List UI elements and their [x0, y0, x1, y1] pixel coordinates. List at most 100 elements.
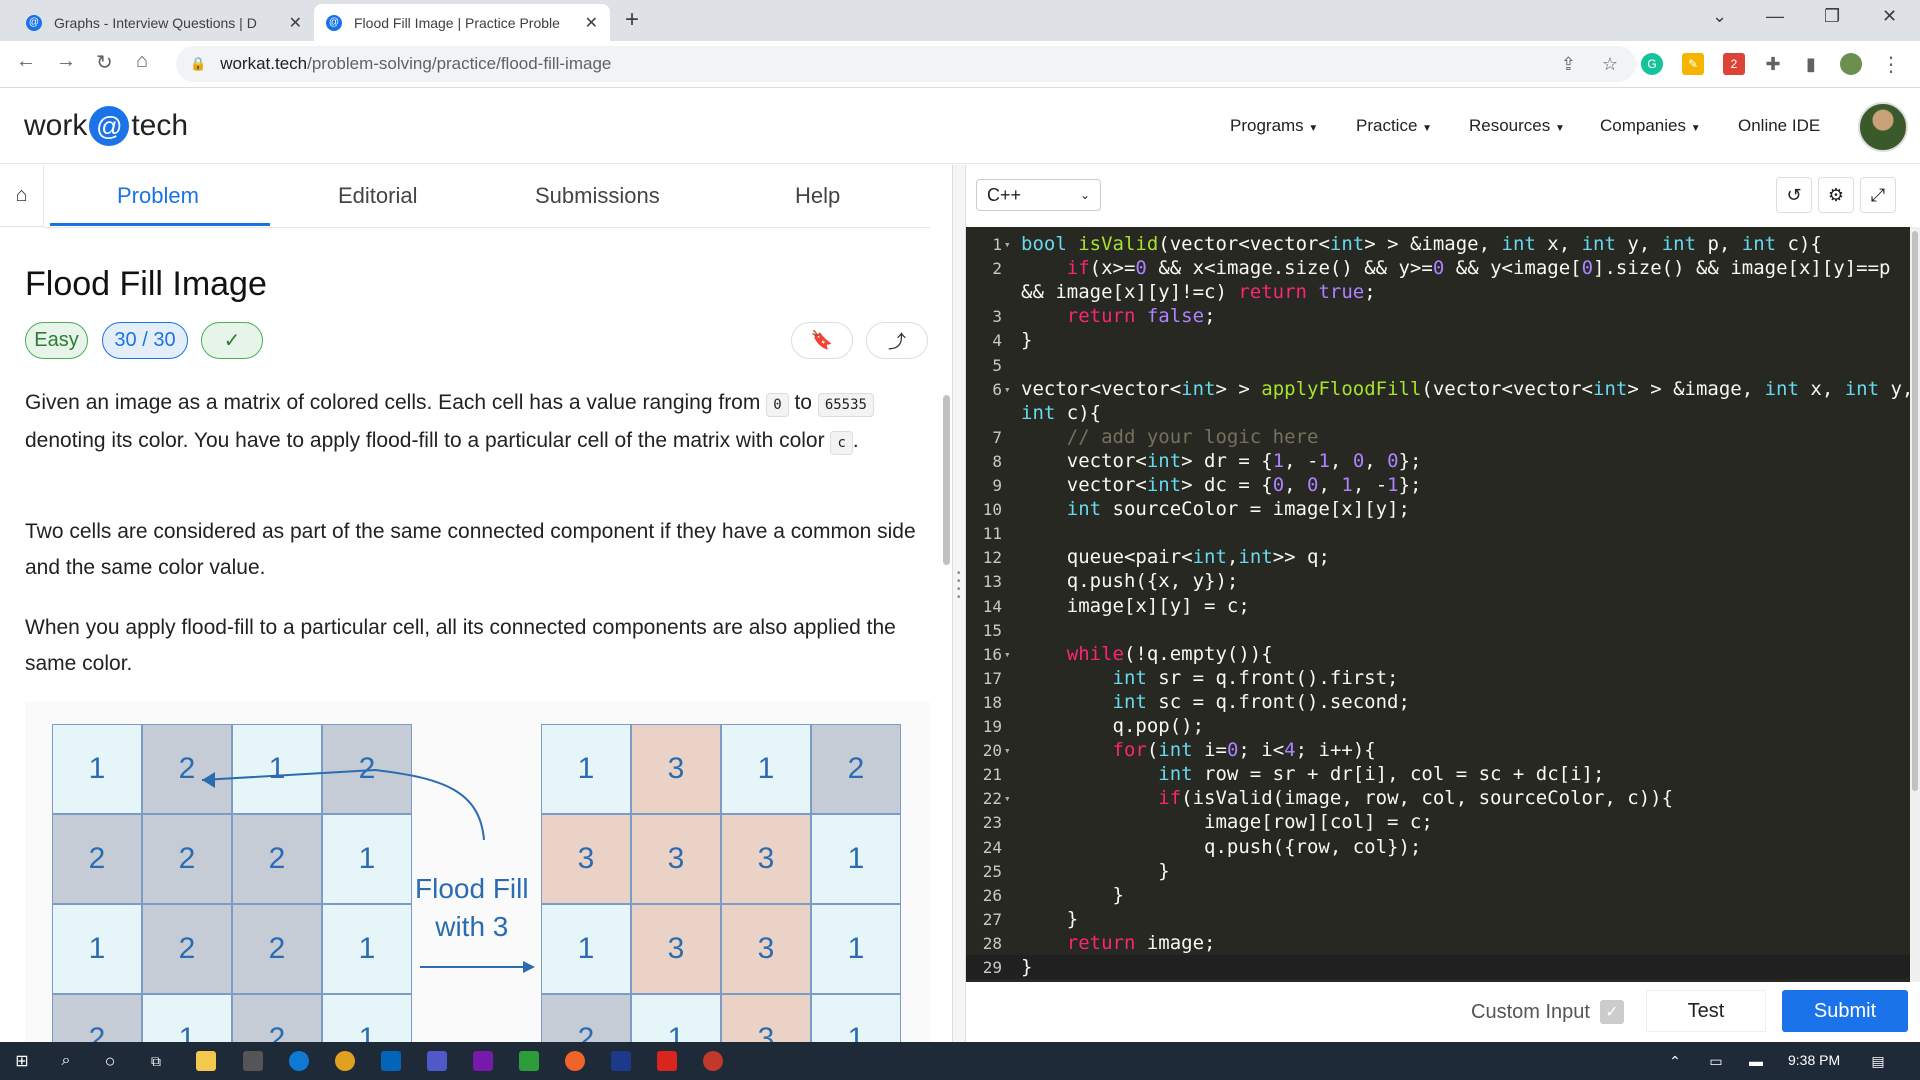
tab-search-icon[interactable]: ⌄	[1712, 6, 1727, 27]
fold-toggle-icon[interactable]: ▾	[1004, 744, 1011, 757]
code-line[interactable]: vector<vector<int> > applyFloodFill(vect…	[1021, 378, 1913, 400]
code-line[interactable]: int sourceColor = image[x][y];	[1021, 498, 1410, 520]
code-line[interactable]: int c){	[1021, 402, 1101, 424]
tray-chevron-up-icon[interactable]: ⌃	[1665, 1051, 1685, 1071]
close-tab-icon[interactable]: ✕	[585, 13, 598, 33]
tab-problem[interactable]: Problem	[117, 183, 199, 209]
code-line[interactable]: bool isValid(vector<vector<int> > &image…	[1021, 233, 1822, 255]
code-line[interactable]: return false;	[1021, 305, 1216, 327]
tab-submissions[interactable]: Submissions	[535, 183, 660, 209]
home-icon[interactable]: ⌂	[0, 165, 44, 227]
code-line[interactable]: }	[1021, 329, 1032, 351]
url-field[interactable]: 🔒 workat.tech/problem-solving/practice/f…	[176, 46, 1636, 82]
browser-menu-icon[interactable]: ⋮	[1880, 53, 1902, 76]
fold-toggle-icon[interactable]: ▾	[1004, 792, 1011, 805]
code-line[interactable]: image[row][col] = c;	[1021, 811, 1433, 833]
search-icon[interactable]: ⌕	[56, 1051, 76, 1071]
fold-toggle-icon[interactable]: ▾	[1004, 648, 1011, 661]
battery-icon[interactable]: ▬	[1746, 1051, 1766, 1071]
code-line[interactable]: while(!q.empty()){	[1021, 643, 1273, 665]
bookmark-star-icon[interactable]: ☆	[1602, 54, 1618, 75]
grammarly-icon[interactable]: G	[1641, 53, 1663, 75]
tab-help[interactable]: Help	[795, 183, 840, 209]
cortana-icon[interactable]: ○	[100, 1051, 120, 1071]
code-line[interactable]: if(x>=0 && x<image.size() && y>=0 && y<i…	[1021, 257, 1891, 279]
share-icon[interactable]: ⇪	[1561, 54, 1576, 75]
editor-scrollbar-thumb[interactable]	[1912, 231, 1918, 791]
windows-start-icon[interactable]: ⊞	[12, 1051, 32, 1071]
new-tab-button[interactable]: +	[625, 6, 639, 34]
code-line[interactable]: return image;	[1021, 932, 1216, 954]
code-line[interactable]: for(int i=0; i<4; i++){	[1021, 739, 1376, 761]
reset-code-icon[interactable]: ↺	[1776, 177, 1812, 213]
notion-icon[interactable]	[611, 1051, 631, 1071]
code-line[interactable]: int sr = q.front().first;	[1021, 667, 1399, 689]
code-editor[interactable]: 1 ▾ bool isValid(vector<vector<int> > &ima…	[966, 227, 1913, 982]
settings-gear-icon[interactable]: ⚙	[1818, 177, 1854, 213]
chrome-icon[interactable]	[335, 1051, 355, 1071]
code-line[interactable]: if(isValid(image, row, col, sourceColor,…	[1021, 787, 1673, 809]
task-view-icon[interactable]: ⧉	[146, 1051, 166, 1071]
code-line[interactable]: && image[x][y]!=c) return true;	[1021, 281, 1376, 303]
code-line[interactable]: q.push({x, y});	[1021, 570, 1239, 592]
code-line[interactable]: image[x][y] = c;	[1021, 595, 1250, 617]
code-line[interactable]: vector<int> dc = {0, 0, 1, -1};	[1021, 474, 1422, 496]
code-line[interactable]: }	[1021, 956, 1032, 978]
test-button[interactable]: Test	[1646, 990, 1766, 1032]
file-explorer-icon[interactable]	[196, 1051, 216, 1071]
code-line[interactable]: int row = sr + dr[i], col = sc + dc[i];	[1021, 763, 1604, 785]
code-line[interactable]: vector<int> dr = {1, -1, 0, 0};	[1021, 450, 1422, 472]
edge-icon[interactable]	[289, 1051, 309, 1071]
minimize-icon[interactable]: —	[1766, 6, 1784, 27]
browser-tab-flood-fill[interactable]: @ Flood Fill Image | Practice Proble ✕	[314, 4, 610, 41]
taskbar-clock[interactable]: 9:38 PM	[1788, 1052, 1840, 1068]
problem-scrollbar[interactable]	[943, 395, 950, 565]
code-line[interactable]: q.pop();	[1021, 715, 1205, 737]
browser-tab-graphs[interactable]: @ Graphs - Interview Questions | D ✕	[14, 4, 314, 41]
checkbox-check-icon[interactable]: ✓	[1599, 1000, 1624, 1024]
network-icon[interactable]: ▭	[1706, 1051, 1726, 1071]
custom-input-toggle[interactable]: Custom Input ✓	[1471, 1000, 1624, 1024]
nav-companies[interactable]: Companies ▼	[1600, 116, 1701, 136]
code-line[interactable]: q.push({row, col});	[1021, 836, 1421, 858]
language-select[interactable]: C++ ⌄	[976, 179, 1101, 211]
code-line[interactable]: }	[1021, 884, 1124, 906]
postman-icon[interactable]	[565, 1051, 585, 1071]
workattech-logo[interactable]: work @ tech	[24, 106, 188, 146]
code-line[interactable]: int sc = q.front().second;	[1021, 691, 1410, 713]
fold-toggle-icon[interactable]: ▾	[1004, 383, 1011, 396]
outlook-icon[interactable]	[381, 1051, 401, 1071]
code-line[interactable]: queue<pair<int,int>> q;	[1021, 546, 1330, 568]
highlighter-extension-icon[interactable]: ✎	[1682, 53, 1704, 75]
extensions-puzzle-icon[interactable]: ✚	[1762, 53, 1784, 75]
nav-practice[interactable]: Practice ▼	[1356, 116, 1432, 136]
nav-programs[interactable]: Programs ▼	[1230, 116, 1318, 136]
sheets-icon[interactable]	[519, 1051, 539, 1071]
store-icon[interactable]	[243, 1051, 263, 1071]
tab-editorial[interactable]: Editorial	[338, 183, 417, 209]
fold-toggle-icon[interactable]: ▾	[1004, 238, 1011, 251]
window-close-icon[interactable]: ✕	[1882, 6, 1897, 27]
reload-icon[interactable]: ↻	[96, 50, 113, 75]
acrobat-icon[interactable]	[657, 1051, 677, 1071]
extension-with-badge-icon[interactable]: 2	[1723, 53, 1745, 75]
restore-icon[interactable]: ❐	[1824, 6, 1840, 27]
submit-button[interactable]: Submit	[1782, 990, 1908, 1032]
close-tab-icon[interactable]: ✕	[289, 13, 302, 33]
profile-avatar-icon[interactable]	[1840, 53, 1862, 75]
home-icon[interactable]: ⌂	[136, 50, 148, 73]
fullscreen-icon[interactable]: ⤢	[1860, 177, 1896, 213]
user-avatar[interactable]	[1858, 102, 1908, 152]
code-line[interactable]: }	[1021, 908, 1078, 930]
share-icon[interactable]: ⤴	[866, 322, 928, 359]
code-line[interactable]: }	[1021, 860, 1169, 882]
app-icon[interactable]	[703, 1051, 723, 1071]
code-line[interactable]: // add your logic here	[1021, 426, 1319, 448]
pane-resizer[interactable]: • • • •	[952, 165, 966, 1042]
back-icon[interactable]: ←	[16, 50, 36, 73]
side-panel-icon[interactable]: ▮	[1800, 53, 1822, 75]
nav-online-ide[interactable]: Online IDE	[1738, 116, 1820, 136]
nav-resources[interactable]: Resources ▼	[1469, 116, 1565, 136]
onenote-icon[interactable]	[473, 1051, 493, 1071]
forward-icon[interactable]: →	[56, 50, 76, 73]
